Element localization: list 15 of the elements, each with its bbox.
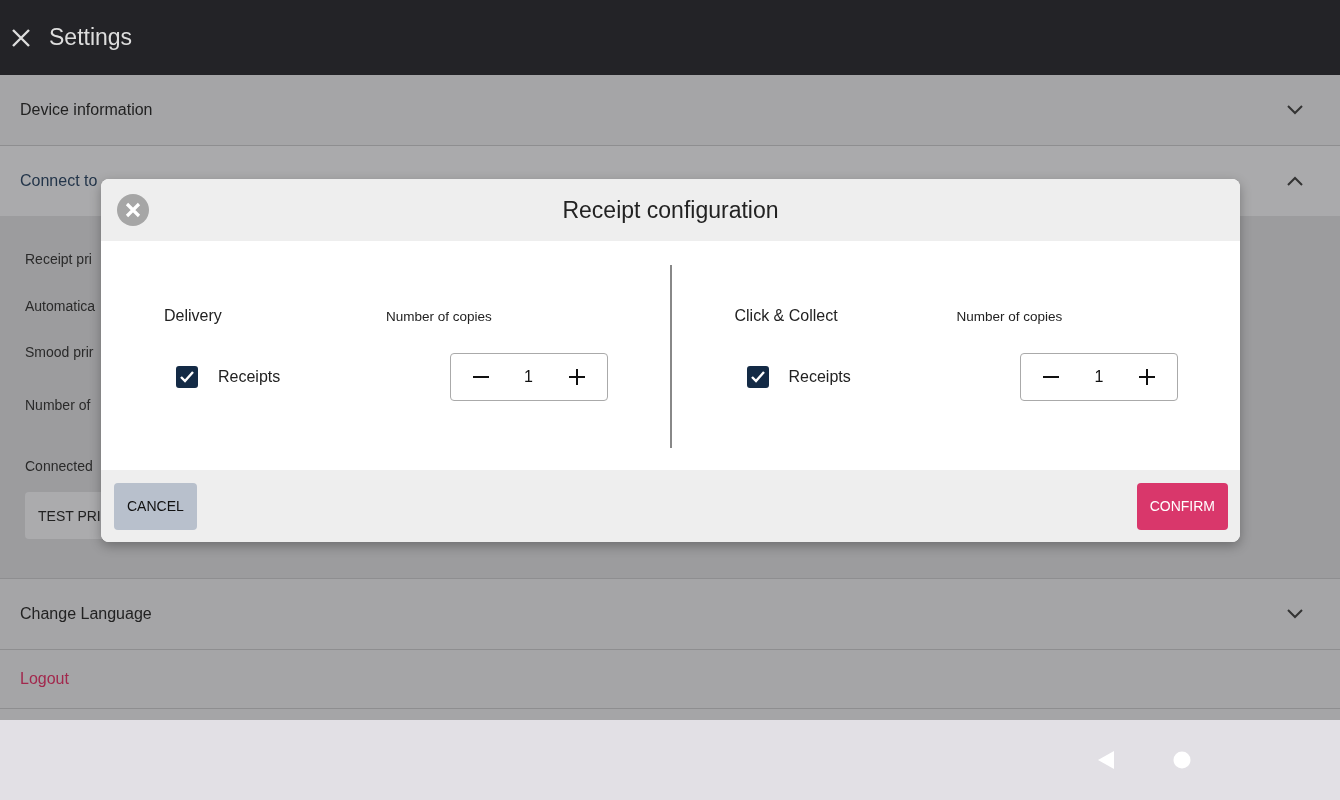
checkbox-label: Receipts	[788, 368, 851, 386]
setting-label: Receipt pri	[25, 251, 92, 267]
setting-label: Connected	[25, 458, 93, 474]
copies-count: 1	[524, 368, 533, 386]
copies-label: Number of copies	[956, 308, 1063, 324]
copies-label: Number of copies	[386, 308, 492, 324]
dialog-title: Receipt configuration	[562, 196, 779, 224]
setting-label: Number of	[25, 397, 91, 413]
section-title: Click & Collect	[734, 307, 839, 325]
setting-label: Automatica	[25, 298, 96, 314]
checkbox-label: Receipts	[218, 368, 281, 386]
setting-label: Smood prir	[25, 344, 94, 360]
section-title: Delivery	[164, 307, 223, 325]
page-title: Settings	[49, 24, 133, 51]
copies-count: 1	[1094, 368, 1104, 386]
